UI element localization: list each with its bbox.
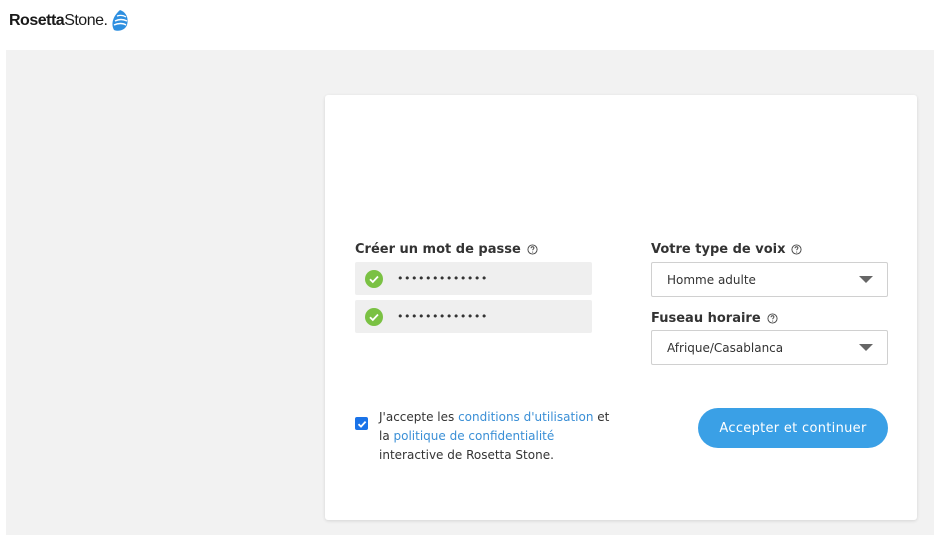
voice-type-select[interactable]: Homme adulte (651, 262, 888, 297)
voice-type-label: Votre type de voix (651, 242, 803, 257)
terms-consent: J'accepte les conditions d'utilisation e… (355, 408, 615, 465)
password-label-text: Créer un mot de passe (355, 242, 521, 257)
valid-check-icon (365, 269, 383, 288)
timezone-label: Fuseau horaire (651, 311, 778, 326)
password-value: ••••••••••••• (397, 272, 488, 285)
chevron-down-icon (859, 344, 873, 351)
checkmark-icon (357, 420, 366, 428)
voice-help-icon[interactable] (791, 244, 803, 255)
voice-type-label-text: Votre type de voix (651, 242, 786, 257)
accept-continue-button[interactable]: Accepter et continuer (698, 408, 888, 448)
privacy-policy-link[interactable]: politique de confidentialité (394, 429, 555, 443)
timezone-help-icon[interactable] (767, 313, 778, 324)
password-label: Créer un mot de passe (355, 242, 538, 257)
voice-type-value: Homme adulte (667, 272, 756, 287)
terms-of-use-link[interactable]: conditions d'utilisation (458, 410, 593, 424)
password-field[interactable]: ••••••••••••• (355, 262, 592, 295)
logo-text: RosettaStone. (9, 12, 108, 29)
chevron-down-icon (859, 276, 873, 283)
terms-checkbox[interactable] (355, 417, 368, 430)
rosetta-stone-logo[interactable]: RosettaStone. (9, 8, 130, 34)
top-bar: RosettaStone. (0, 0, 934, 50)
logo-stone-icon (112, 10, 129, 31)
confirm-password-value: ••••••••••••• (397, 310, 488, 323)
timezone-select[interactable]: Afrique/Casablanca (651, 330, 888, 365)
timezone-label-text: Fuseau horaire (651, 311, 761, 326)
password-help-icon[interactable] (527, 244, 538, 255)
timezone-value: Afrique/Casablanca (667, 340, 784, 355)
valid-check-icon (365, 307, 383, 326)
confirm-password-field[interactable]: ••••••••••••• (355, 300, 592, 333)
terms-text: J'accepte les conditions d'utilisation e… (379, 410, 610, 462)
